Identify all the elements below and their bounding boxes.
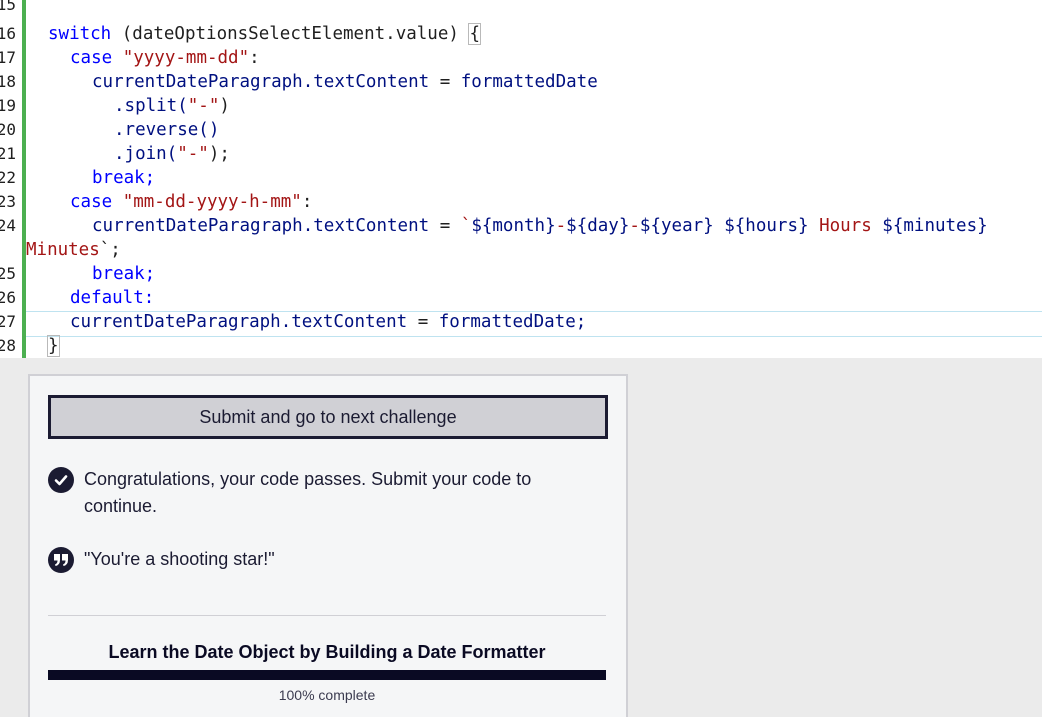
code-token: - [629, 216, 640, 236]
code-token: ) [219, 96, 230, 116]
line-number: 25 [0, 264, 16, 283]
code-line: .reverse() [114, 118, 219, 142]
success-message: Congratulations, your code passes. Submi… [48, 466, 554, 520]
code-token: default: [70, 288, 155, 308]
code-token: : [249, 48, 260, 68]
code-token: = [407, 312, 439, 332]
code-token: currentDateParagraph.textContent [92, 216, 430, 236]
line-number: 27 [0, 312, 16, 331]
success-message-text: Congratulations, your code passes. Submi… [84, 469, 532, 516]
code-token: ${minutes} [882, 216, 988, 236]
code-token: switch [48, 24, 112, 44]
progress-label: 100% complete [278, 687, 376, 703]
code-text[interactable]: switch (dateOptionsSelectElement.value) … [26, 0, 1042, 358]
code-token: `; [99, 240, 121, 260]
divider [48, 615, 606, 616]
code-token: "mm-dd-yyyy-h-mm" [122, 192, 302, 212]
line-number: 28 [0, 336, 16, 355]
code-line: case "mm-dd-yyyy-h-mm": [70, 190, 312, 214]
line-number-gutter: 15 16 17 18 19 20 21 22 23 24 25 26 27 2… [0, 0, 22, 358]
quote-message: "You're a shooting star!" [48, 546, 554, 573]
line-number: 26 [0, 288, 16, 307]
code-token: case [70, 192, 113, 212]
code-token: .split( [114, 96, 188, 116]
code-token: { [468, 23, 481, 45]
line-number: 22 [0, 168, 16, 187]
line-number: 18 [0, 72, 16, 91]
code-token: - [555, 216, 567, 236]
code-line: .split("-") [114, 94, 230, 118]
line-number: 16 [0, 24, 16, 43]
code-line: case "yyyy-mm-dd": [70, 46, 260, 70]
line-number: 17 [0, 48, 16, 67]
code-token: currentDateParagraph.textContent [70, 312, 408, 332]
code-line-wrapped: Minutes`; [26, 238, 121, 262]
code-token: } [47, 335, 60, 357]
code-token: .join( [114, 144, 178, 164]
code-line: break; [92, 166, 155, 190]
code-line: currentDateParagraph.textContent = forma… [92, 70, 598, 94]
code-token: break; [92, 168, 156, 188]
course-title: Learn the Date Object by Building a Date… [108, 642, 546, 662]
code-line: switch (dateOptionsSelectElement.value) … [48, 22, 481, 46]
code-token: (dateOptionsSelectElement.value) [111, 24, 470, 44]
code-token: formattedDate [460, 72, 598, 92]
code-token: case [70, 48, 113, 68]
check-circle-icon [48, 467, 74, 493]
code-token: Minutes [26, 240, 100, 260]
code-token: .reverse() [114, 120, 220, 140]
code-token: break; [92, 264, 156, 284]
progress-bar [48, 670, 606, 680]
code-token: ${year} [639, 216, 714, 236]
code-line: .join("-"); [114, 142, 230, 166]
line-number: 15 [0, 0, 16, 14]
editable-region-marker [22, 0, 26, 358]
code-token: Hours [808, 216, 883, 236]
code-line: currentDateParagraph.textContent = forma… [70, 310, 586, 334]
completion-panel: Submit and go to next challenge Congratu… [28, 374, 628, 717]
code-token: ); [208, 144, 230, 164]
code-token: ` [460, 216, 472, 236]
code-token: formattedDate; [438, 312, 587, 332]
submit-next-challenge-button[interactable]: Submit and go to next challenge [48, 395, 608, 439]
code-token: currentDateParagraph.textContent [92, 72, 430, 92]
code-line: currentDateParagraph.textContent = `${mo… [92, 214, 988, 238]
code-line: default: [70, 286, 154, 310]
line-number: 24 [0, 216, 16, 235]
code-token: "-" [177, 144, 209, 164]
code-token: ${day} [566, 216, 630, 236]
code-line: } [47, 334, 60, 358]
code-editor[interactable]: 15 16 17 18 19 20 21 22 23 24 25 26 27 2… [0, 0, 1042, 358]
line-number: 23 [0, 192, 16, 211]
code-token: ${hours} [724, 216, 809, 236]
quote-icon [48, 547, 74, 573]
code-token: "-" [187, 96, 220, 116]
code-token: = [429, 216, 461, 236]
code-token: = [429, 72, 461, 92]
code-token: ${month} [471, 216, 556, 236]
code-token: "yyyy-mm-dd" [122, 48, 250, 68]
quote-text: "You're a shooting star!" [84, 549, 275, 569]
code-line: break; [92, 262, 155, 286]
line-number: 20 [0, 120, 16, 139]
line-number: 21 [0, 144, 16, 163]
line-number: 19 [0, 96, 16, 115]
progress-bar-fill [48, 670, 606, 680]
code-token: : [301, 192, 313, 212]
